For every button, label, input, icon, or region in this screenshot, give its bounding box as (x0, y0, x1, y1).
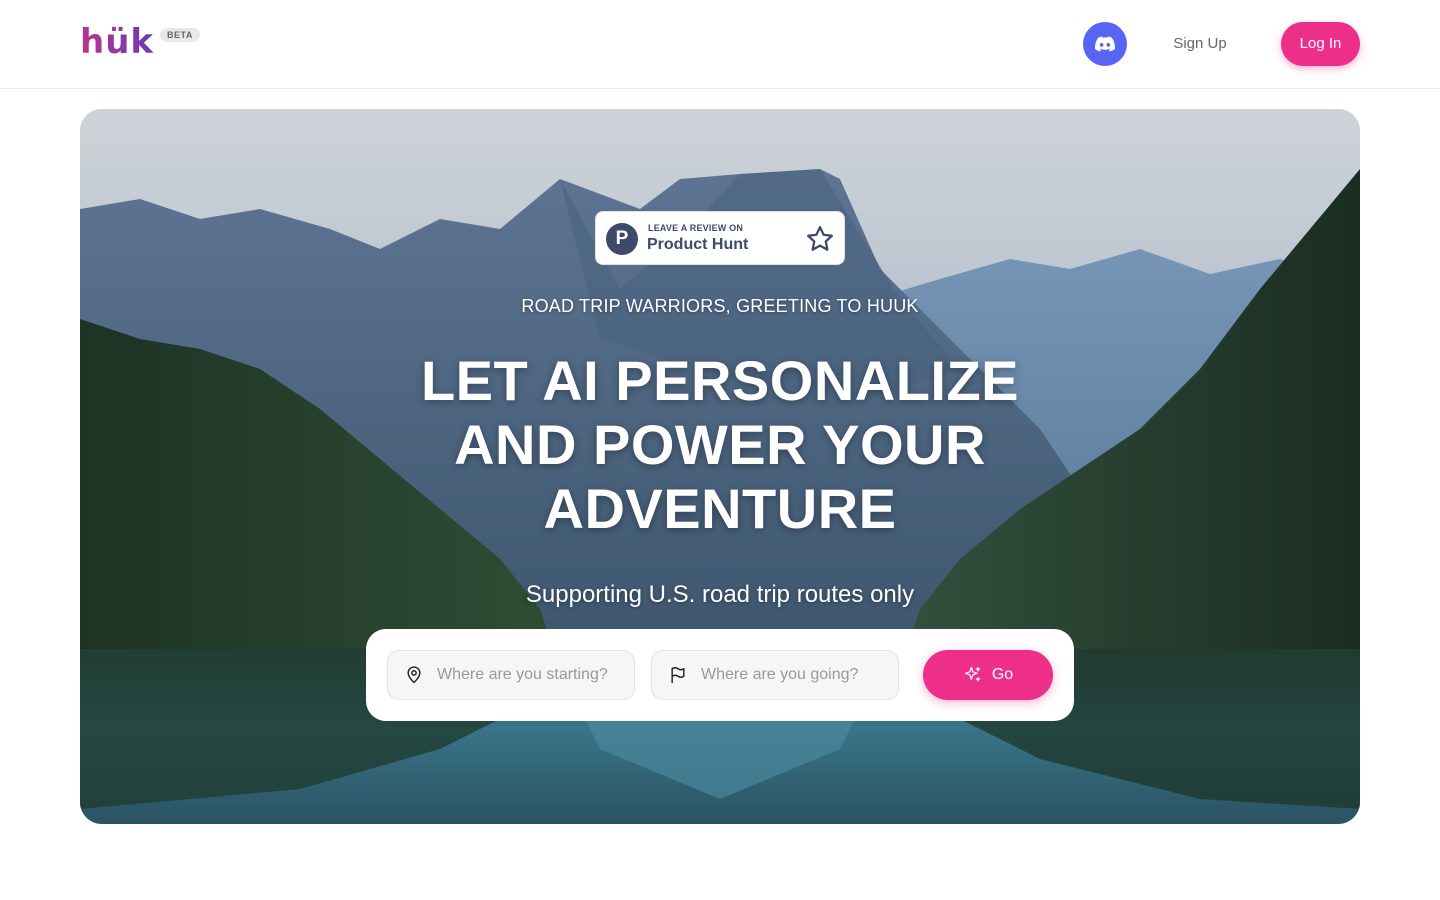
headline-line-3: ADVENTURE (543, 477, 897, 540)
log-in-button[interactable]: Log In (1281, 22, 1360, 66)
location-pin-icon (407, 666, 421, 684)
logo-wordmark: hük (80, 22, 155, 62)
beta-badge: BETA (160, 28, 200, 42)
discord-button[interactable] (1083, 22, 1127, 66)
product-hunt-review-badge[interactable]: P LEAVE A REVIEW ON Product Hunt (595, 211, 845, 265)
flag-icon (671, 667, 685, 684)
destination-field[interactable] (651, 650, 899, 700)
hero-greeting: ROAD TRIP WARRIORS, GREETING TO HUUK (521, 296, 919, 316)
go-label: Go (991, 666, 1014, 683)
star-outline-icon (807, 226, 833, 251)
destination-input[interactable] (701, 666, 891, 684)
hero-headline: LET AI PERSONALIZE AND POWER YOUR ADVENT… (370, 349, 1070, 541)
sign-up-link[interactable]: Sign Up (1161, 34, 1239, 54)
headline-line-2: AND POWER YOUR (454, 413, 986, 476)
route-search-card: Go (366, 629, 1074, 721)
huuk-logo[interactable]: hük BETA (80, 24, 200, 64)
product-hunt-caption: LEAVE A REVIEW ON (648, 223, 744, 233)
hero-section: P LEAVE A REVIEW ON Product Hunt ROAD TR… (80, 109, 1360, 824)
go-button[interactable]: Go (923, 650, 1053, 700)
top-nav: hük BETA Sign Up Log In (0, 0, 1440, 89)
product-hunt-logo: P (606, 223, 638, 255)
start-location-input[interactable] (437, 666, 627, 684)
start-location-field[interactable] (387, 650, 635, 700)
discord-icon (1095, 36, 1115, 52)
sparkles-icon (964, 666, 981, 682)
support-note: Supporting U.S. road trip routes only (525, 581, 915, 608)
headline-line-1: LET AI PERSONALIZE (420, 349, 1020, 412)
product-hunt-title: Product Hunt (647, 236, 749, 253)
